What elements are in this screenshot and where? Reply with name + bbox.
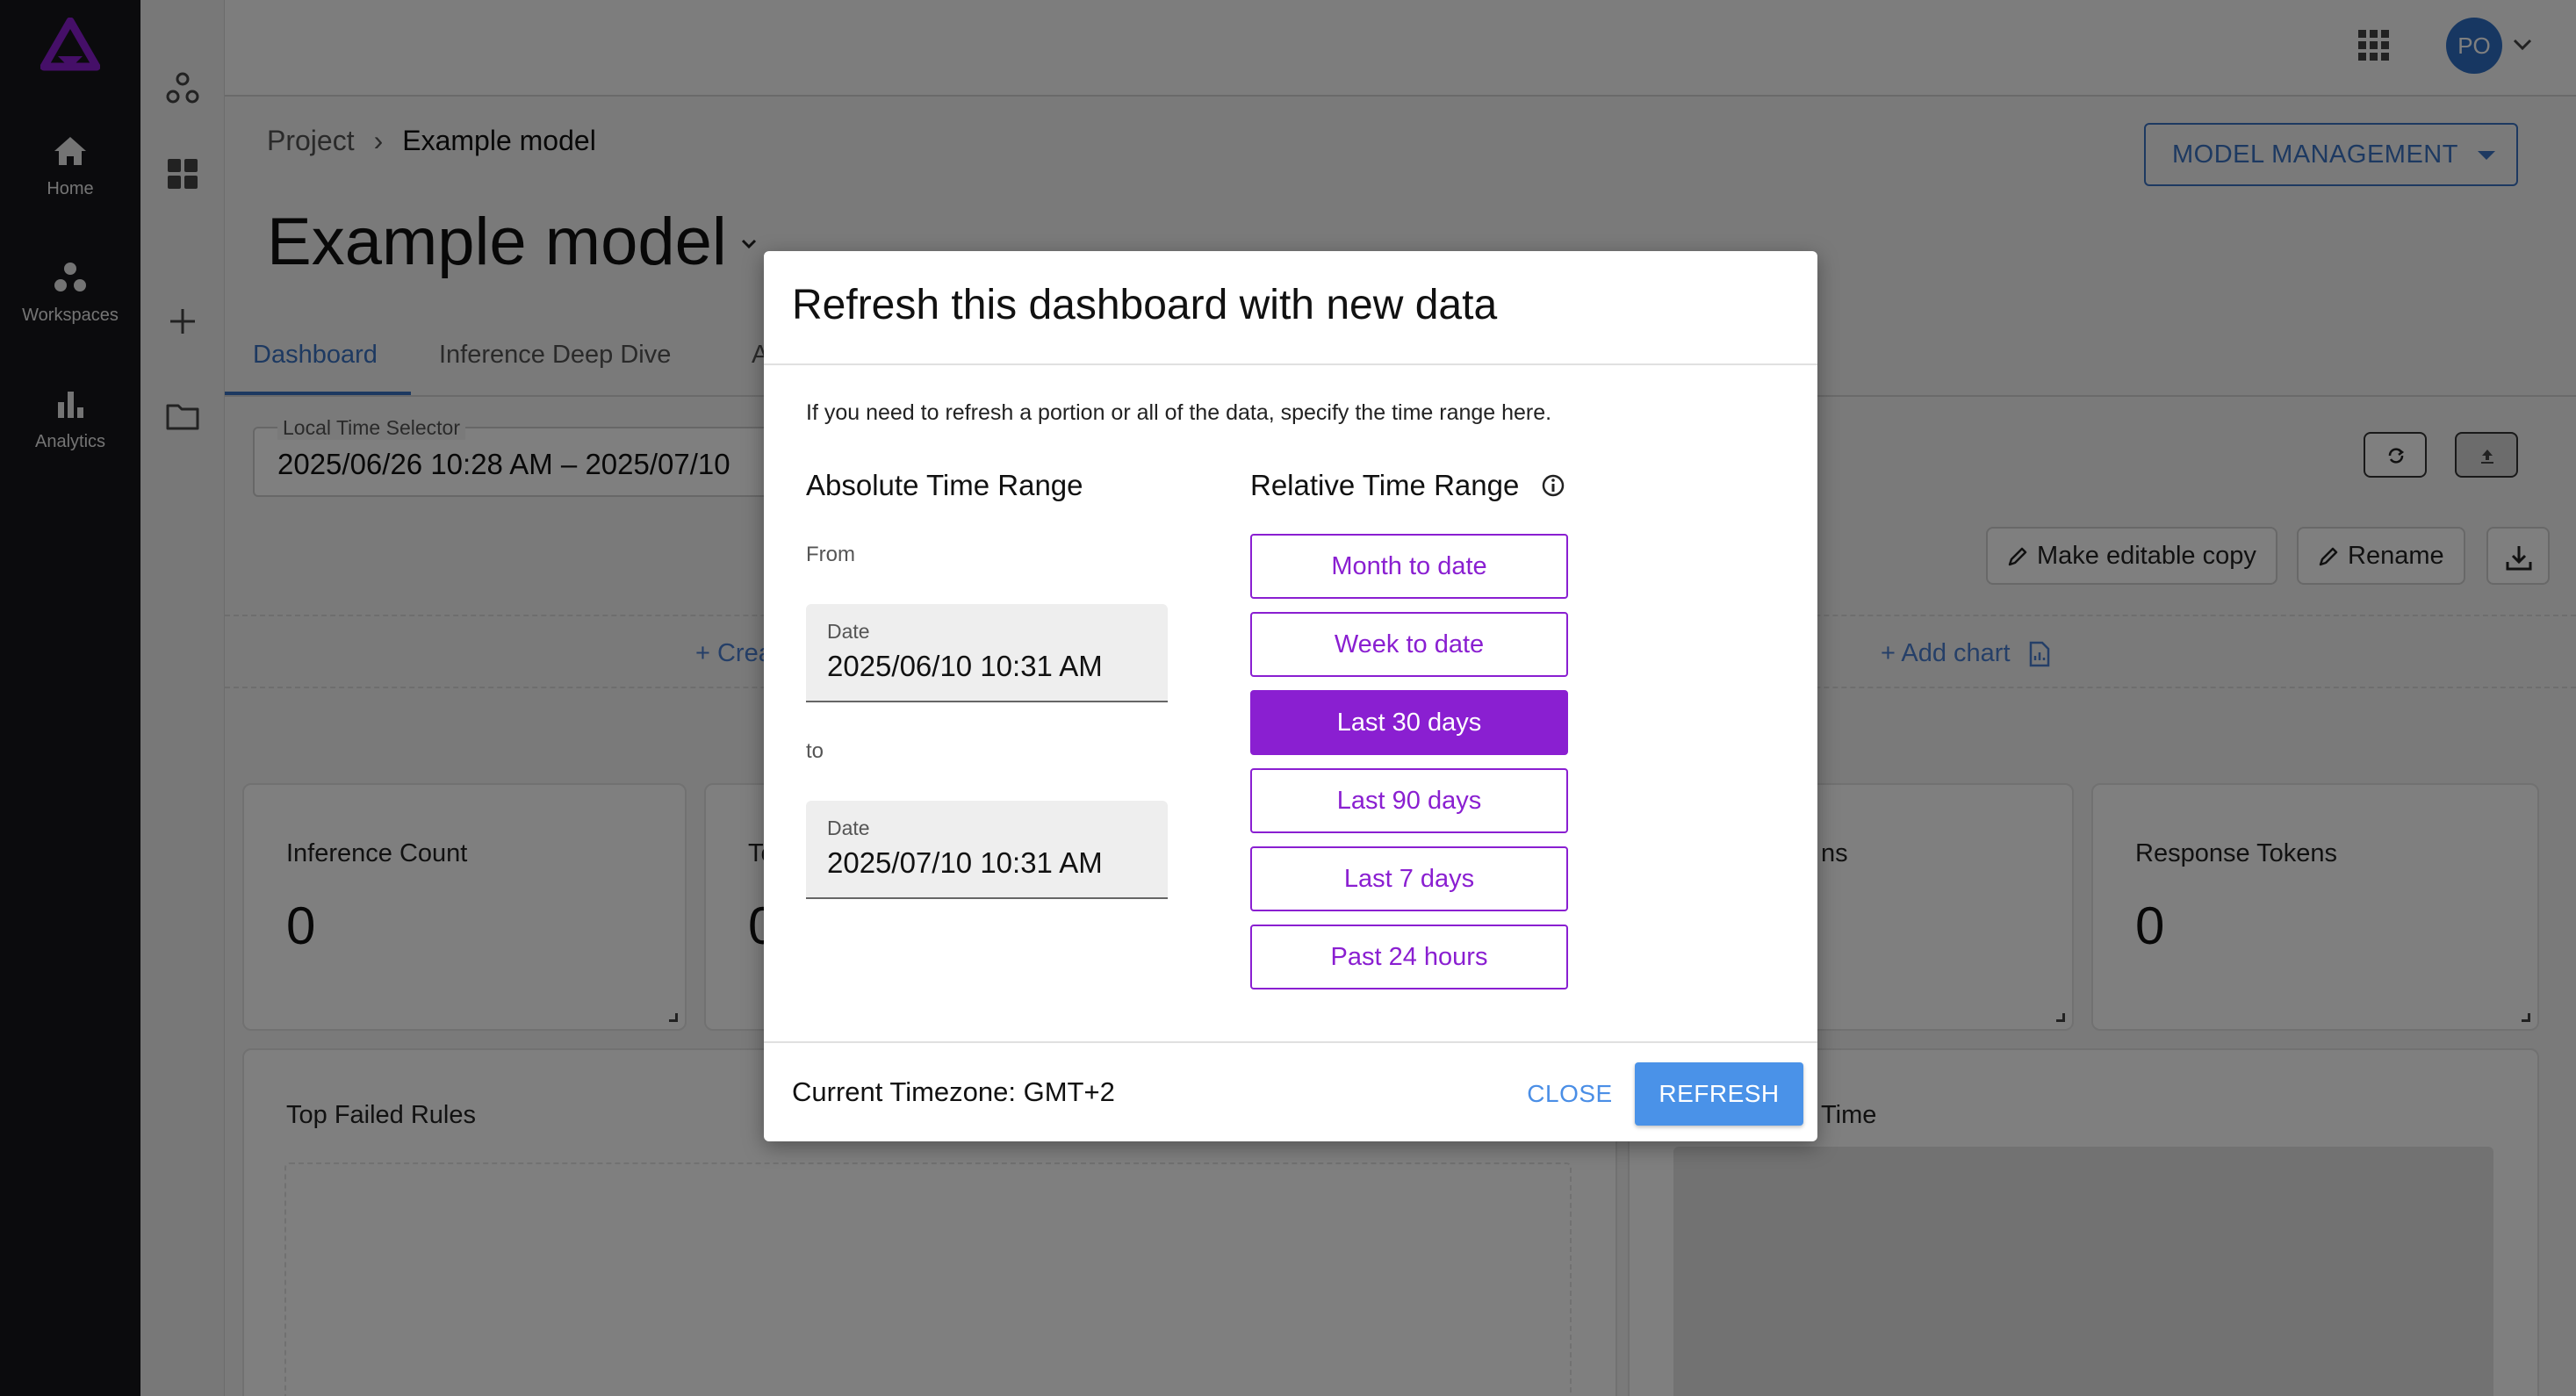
date-field-label: Date [827, 620, 870, 643]
close-button[interactable]: CLOSE [1522, 1062, 1617, 1126]
dialog-description: If you need to refresh a portion or all … [806, 400, 1552, 425]
date-field-value: 2025/07/10 10:31 AM [827, 846, 1103, 879]
absolute-time-range-heading: Absolute Time Range [806, 469, 1083, 501]
date-field-value: 2025/06/10 10:31 AM [827, 650, 1103, 682]
from-date-field[interactable]: Date 2025/06/10 10:31 AM [806, 604, 1168, 702]
week-to-date-button[interactable]: Week to date [1250, 612, 1568, 677]
relative-time-range-heading: Relative Time Range [1250, 469, 1520, 501]
last-30-days-button[interactable]: Last 30 days [1250, 690, 1568, 755]
date-field-label: Date [827, 817, 870, 839]
dialog-title: Refresh this dashboard with new data [792, 282, 1498, 328]
refresh-dashboard-dialog: Refresh this dashboard with new data If … [764, 251, 1817, 1141]
to-date-field[interactable]: Date 2025/07/10 10:31 AM [806, 801, 1168, 899]
last-7-days-button[interactable]: Last 7 days [1250, 846, 1568, 911]
divider [764, 363, 1817, 365]
from-label: From [806, 543, 855, 566]
info-icon[interactable] [1540, 472, 1566, 499]
to-label: to [806, 739, 824, 763]
refresh-button[interactable]: REFRESH [1635, 1062, 1803, 1126]
month-to-date-button[interactable]: Month to date [1250, 534, 1568, 599]
current-timezone: Current Timezone: GMT+2 [792, 1076, 1115, 1107]
past-24-hours-button[interactable]: Past 24 hours [1250, 925, 1568, 989]
last-90-days-button[interactable]: Last 90 days [1250, 768, 1568, 833]
divider [764, 1041, 1817, 1043]
